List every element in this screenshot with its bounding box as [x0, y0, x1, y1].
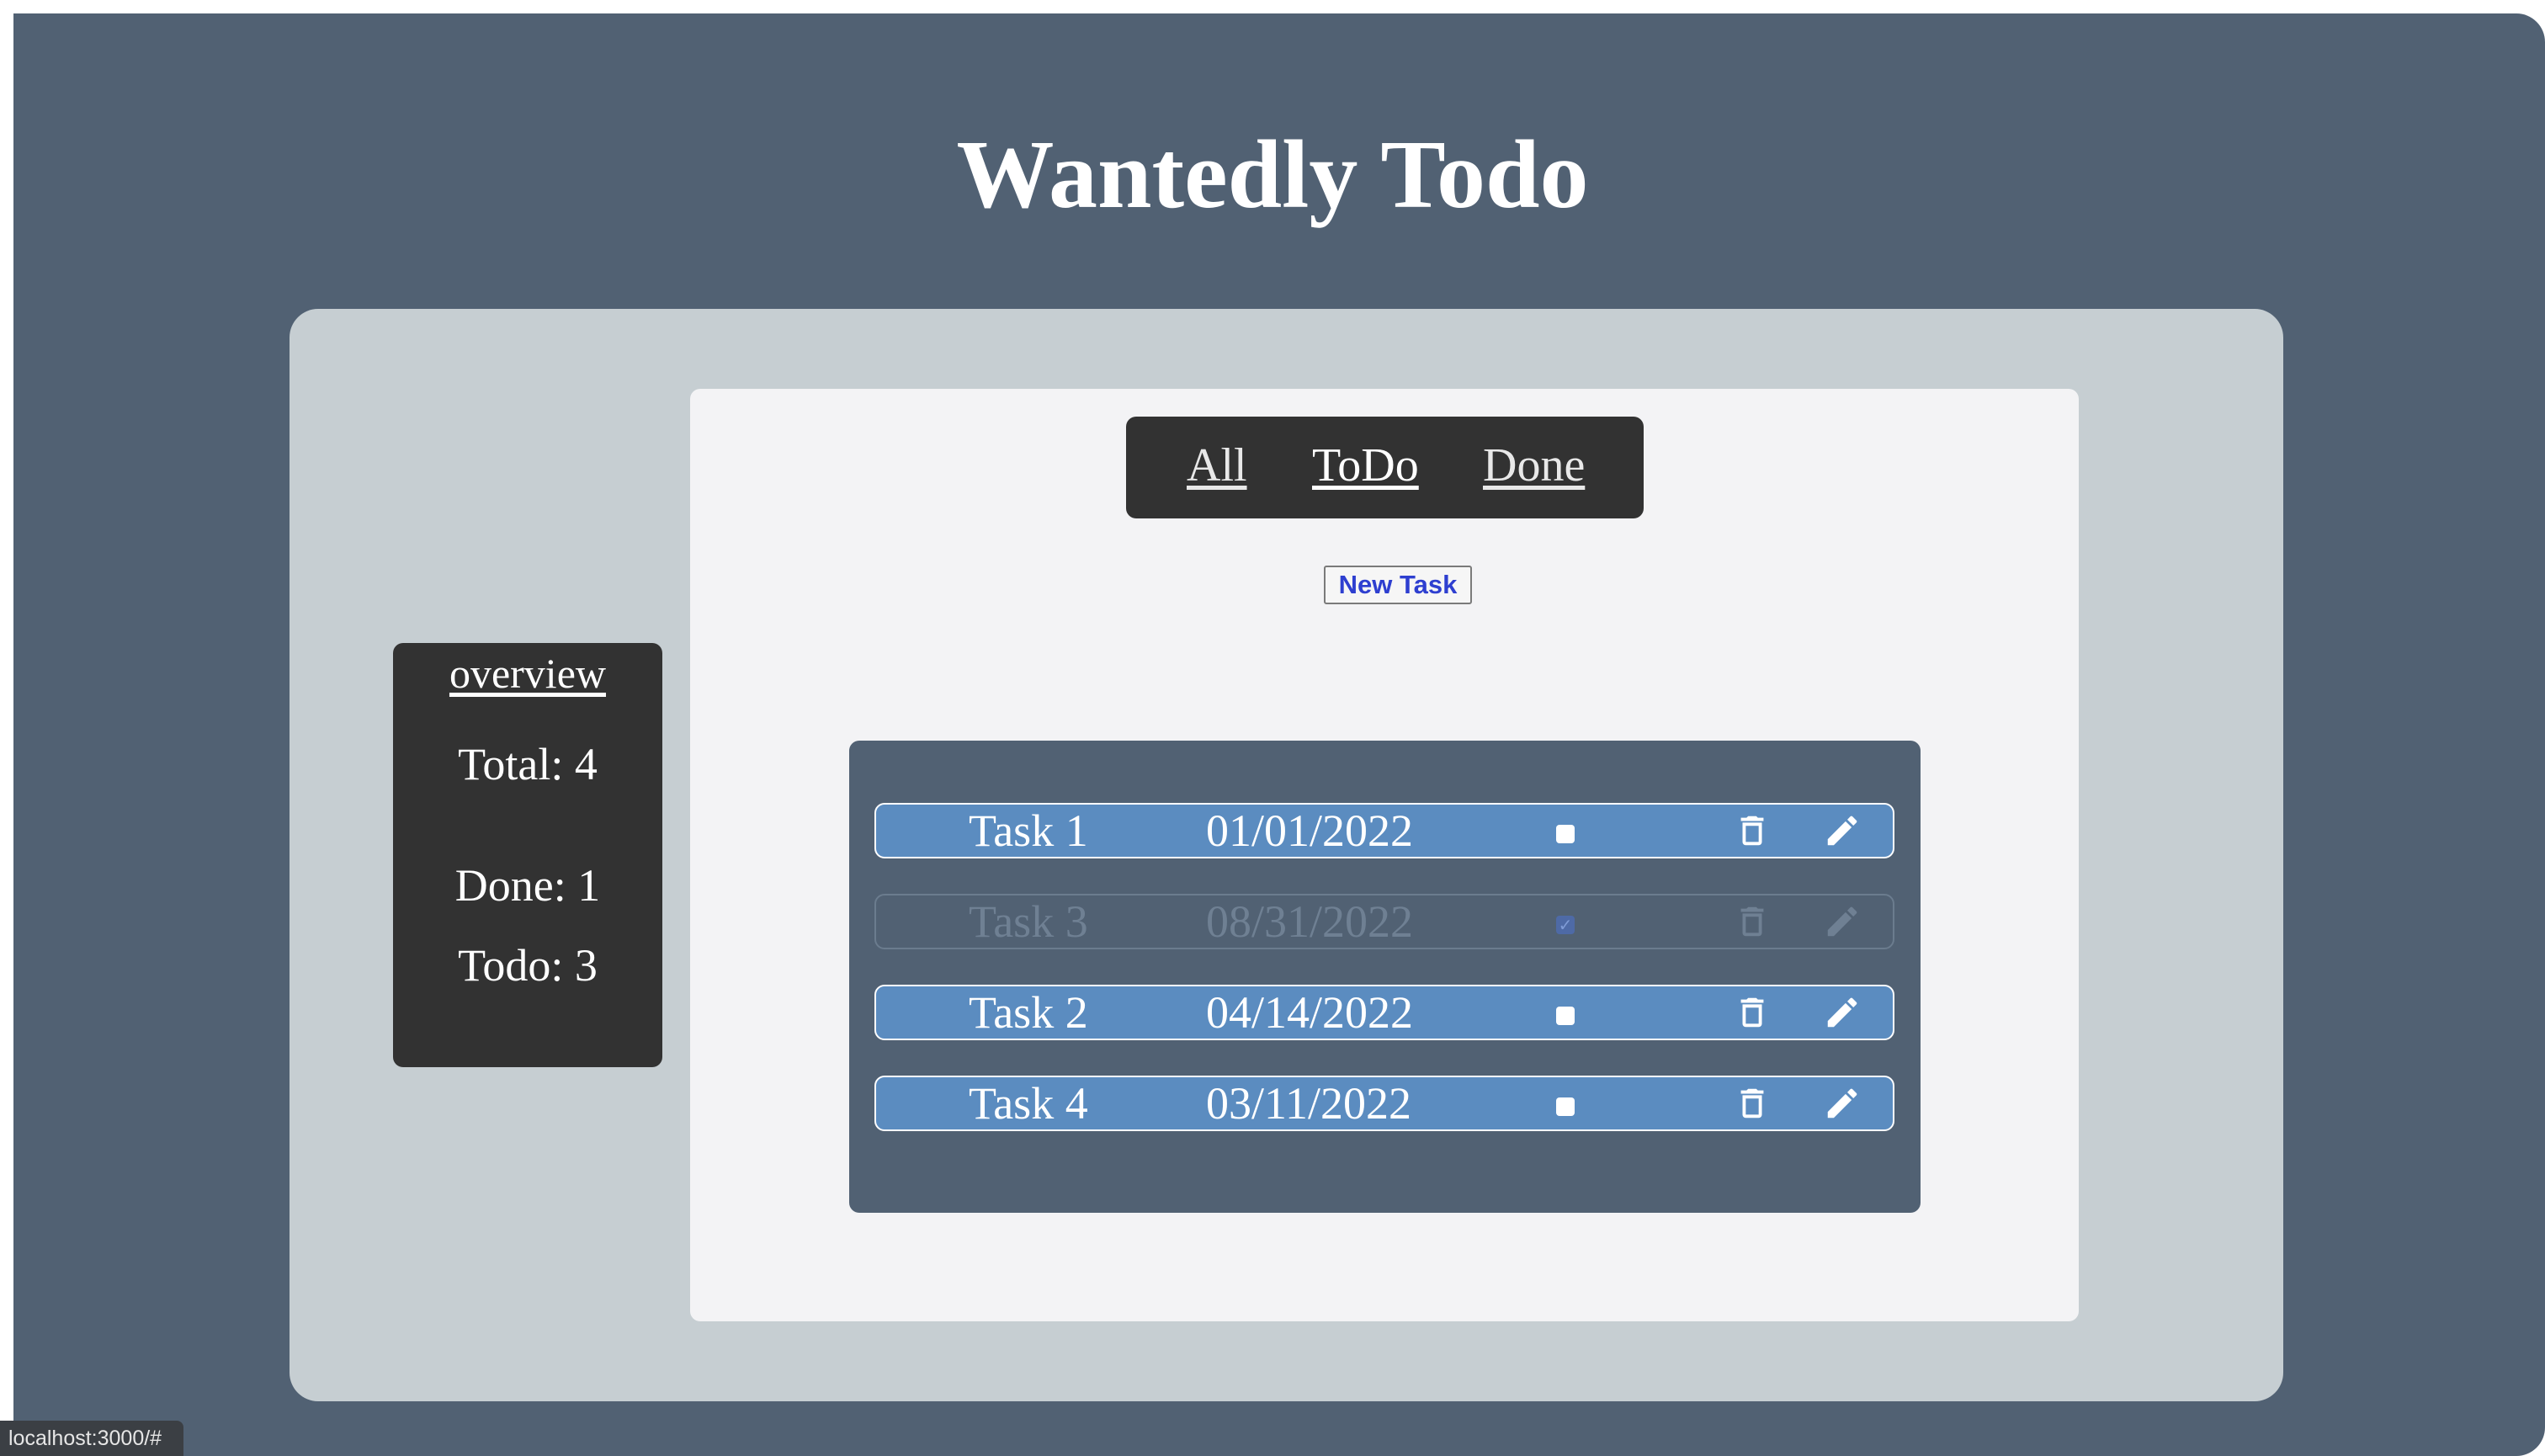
task-done-checkbox[interactable]: [1556, 825, 1575, 843]
task-name: Task 3: [969, 896, 1088, 947]
task-row: Task 1 01/01/2022: [874, 803, 1894, 858]
task-date: 08/31/2022: [1206, 896, 1414, 947]
filter-done-link[interactable]: Done: [1483, 439, 1585, 492]
filter-bar: All ToDo Done: [1126, 417, 1644, 518]
task-row: Task 2 04/14/2022: [874, 985, 1894, 1040]
task-done-checkbox[interactable]: ✓: [1556, 916, 1575, 934]
filter-todo-link[interactable]: ToDo: [1312, 439, 1419, 492]
trash-icon[interactable]: [1733, 993, 1772, 1032]
pencil-icon[interactable]: [1823, 811, 1862, 850]
trash-icon[interactable]: [1733, 1084, 1772, 1123]
task-row: Task 4 03/11/2022: [874, 1076, 1894, 1131]
task-done-checkbox[interactable]: [1556, 1007, 1575, 1025]
overview-done: Done: 1: [454, 860, 601, 911]
status-bar-url: localhost:3000/#: [0, 1421, 183, 1456]
task-row: Task 3 08/31/2022 ✓: [874, 894, 1894, 949]
new-task-button[interactable]: New Task: [1324, 566, 1472, 604]
overview-title[interactable]: overview: [393, 648, 662, 699]
overview-total: Total: 4: [458, 739, 598, 789]
trash-icon[interactable]: [1733, 811, 1772, 850]
task-date: 03/11/2022: [1206, 1078, 1412, 1129]
task-date: 04/14/2022: [1206, 987, 1414, 1038]
task-name: Task 2: [969, 987, 1088, 1038]
task-done-checkbox[interactable]: [1556, 1097, 1575, 1116]
task-list: Task 1 01/01/2022 Task 3 08/31/2022 ✓ Ta…: [849, 741, 1921, 1213]
task-date: 01/01/2022: [1206, 805, 1414, 856]
task-name: Task 4: [969, 1078, 1088, 1129]
filter-all-link[interactable]: All: [1187, 439, 1247, 492]
overview-todo: Todo: 3: [458, 940, 598, 991]
overview-panel: overview Total: 4 Done: 1 Todo: 3: [393, 643, 662, 1067]
app-title: Wantedly Todo: [956, 121, 1589, 229]
pencil-icon[interactable]: [1823, 993, 1862, 1032]
trash-icon[interactable]: [1733, 902, 1772, 941]
pencil-icon[interactable]: [1823, 1084, 1862, 1123]
task-name: Task 1: [969, 805, 1088, 856]
pencil-icon[interactable]: [1823, 902, 1862, 941]
